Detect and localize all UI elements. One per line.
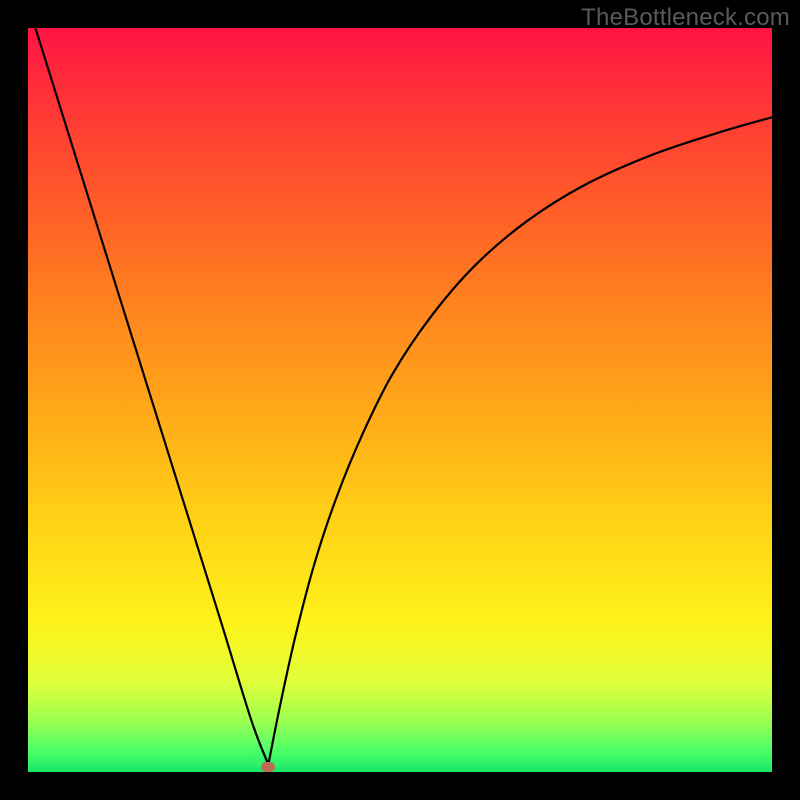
curve-path <box>35 28 772 765</box>
plot-area <box>28 28 772 772</box>
minimum-marker <box>261 762 275 772</box>
watermark-text: TheBottleneck.com <box>581 4 790 32</box>
bottleneck-curve <box>28 28 772 772</box>
chart-frame: TheBottleneck.com <box>0 0 800 800</box>
